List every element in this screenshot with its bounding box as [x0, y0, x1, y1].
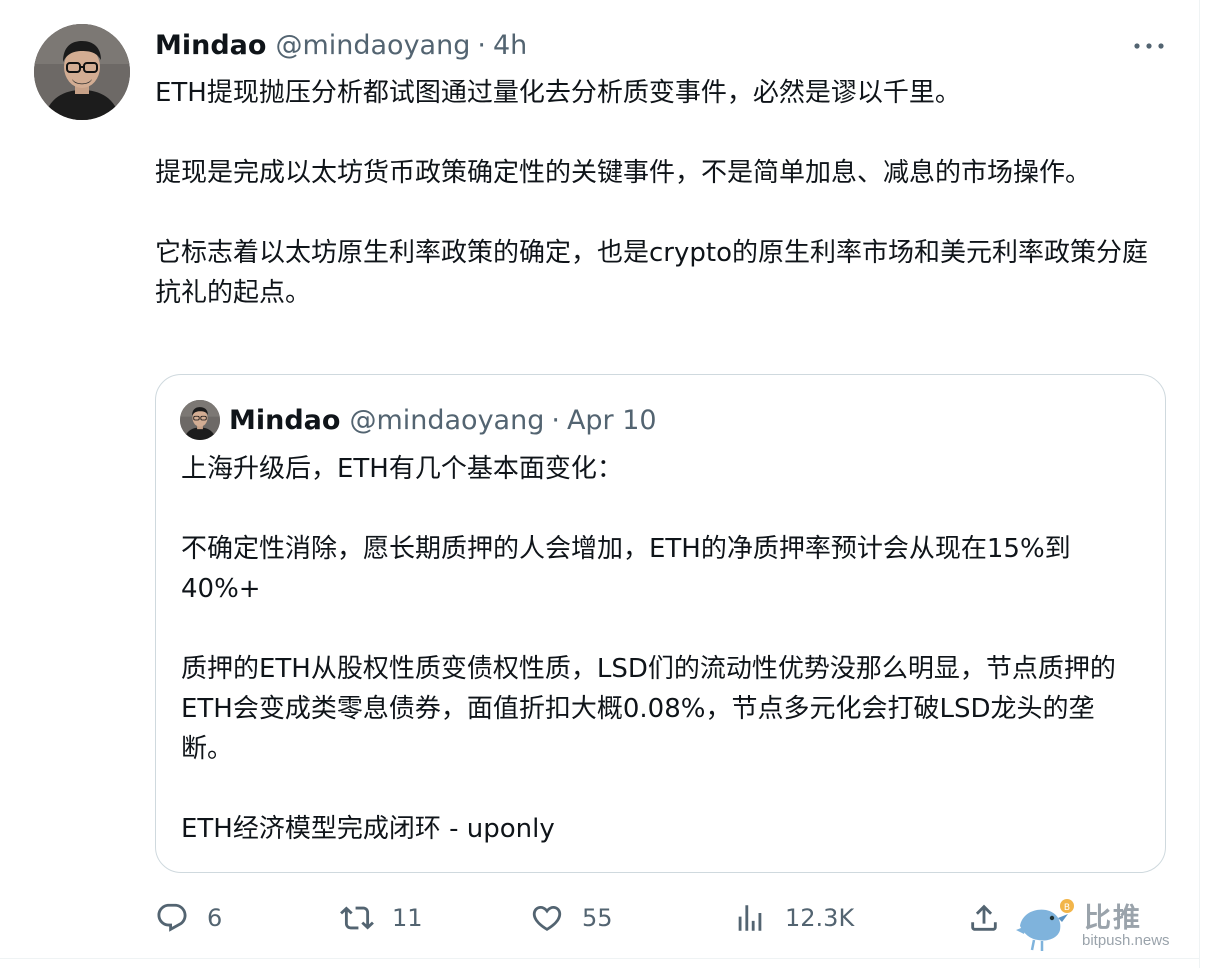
quoted-author-name: Mindao: [229, 404, 341, 436]
views-chart-icon: [738, 905, 762, 931]
tweet-timestamp[interactable]: 4h: [493, 30, 527, 61]
user-avatar-photo-icon: [180, 400, 220, 440]
quoted-tweet-body: 上海升级后，ETH有几个基本面变化： 不确定性消除，愿长期质押的人会增加，ETH…: [181, 449, 1141, 849]
author-name[interactable]: Mindao: [155, 30, 266, 61]
reply-button[interactable]: 6: [155, 896, 222, 940]
header-separator: ·: [477, 29, 486, 61]
bottom-divider: [0, 958, 1199, 959]
tweet-paragraph: 它标志着以太坊原生利率政策的确定，也是crypto的原生利率市场和美元利率政策分…: [155, 238, 1148, 308]
tweet-header: Mindao @mindaoyang · 4h: [155, 27, 527, 63]
reply-icon: [157, 903, 187, 932]
more-options-button[interactable]: [1131, 34, 1167, 58]
views-button[interactable]: 12.3K: [733, 896, 854, 940]
quoted-paragraph: 上海升级后，ETH有几个基本面变化：: [181, 454, 623, 484]
like-count: 55: [582, 904, 613, 932]
reply-count: 6: [207, 904, 223, 932]
bitpush-watermark: B 比推 bitpush.news: [1012, 896, 1197, 954]
quoted-header-separator: ·: [551, 404, 560, 436]
watermark-site: bitpush.news: [1082, 932, 1170, 949]
tweet-paragraph: ETH提现抛压分析都试图通过量化去分析质变事件，必然是谬以千里。: [155, 78, 961, 108]
user-avatar-photo-icon: [34, 24, 130, 120]
quoted-paragraph: 质押的ETH从股权性质变债权性质，LSD们的流动性优势没那么明显，节点质押的ET…: [181, 654, 1116, 764]
heart-icon: [532, 905, 562, 931]
tweet-body: ETH提现抛压分析都试图通过量化去分析质变事件，必然是谬以千里。 提现是完成以太…: [155, 73, 1155, 313]
svg-text:B: B: [1064, 903, 1070, 913]
right-divider: [1199, 0, 1200, 968]
quoted-tweet-timestamp: Apr 10: [566, 404, 657, 436]
quoted-author-avatar: [180, 400, 220, 440]
bird-logo-icon: B: [1016, 899, 1074, 951]
quoted-tweet-card[interactable]: Mindao @mindaoyang · Apr 10 上海升级后，ETH有几个…: [155, 374, 1166, 873]
views-count: 12.3K: [785, 904, 855, 932]
share-icon: [971, 904, 997, 931]
watermark-logo-text: 比推: [1084, 903, 1142, 934]
tweet-paragraph: 提现是完成以太坊货币政策确定性的关键事件，不是简单加息、减息的市场操作。: [155, 158, 1092, 188]
retweet-count: 11: [392, 904, 423, 932]
retweet-button[interactable]: 11: [340, 896, 423, 940]
quoted-tweet-header: Mindao @mindaoyang · Apr 10: [229, 401, 657, 439]
like-button[interactable]: 55: [530, 896, 613, 940]
retweet-icon: [340, 906, 374, 930]
quoted-author-handle: @mindaoyang: [349, 404, 545, 436]
author-handle[interactable]: @mindaoyang: [275, 30, 470, 61]
more-dots-icon: [1134, 43, 1164, 49]
author-avatar[interactable]: [34, 24, 130, 120]
share-button[interactable]: [967, 896, 1001, 940]
action-bar: 6 11 55 12.3K: [0, 896, 1000, 940]
quoted-paragraph: ETH经济模型完成闭环 - uponly: [181, 814, 555, 844]
quoted-paragraph: 不确定性消除，愿长期质押的人会增加，ETH的净质押率预计会从现在15%到40%+: [181, 534, 1071, 604]
